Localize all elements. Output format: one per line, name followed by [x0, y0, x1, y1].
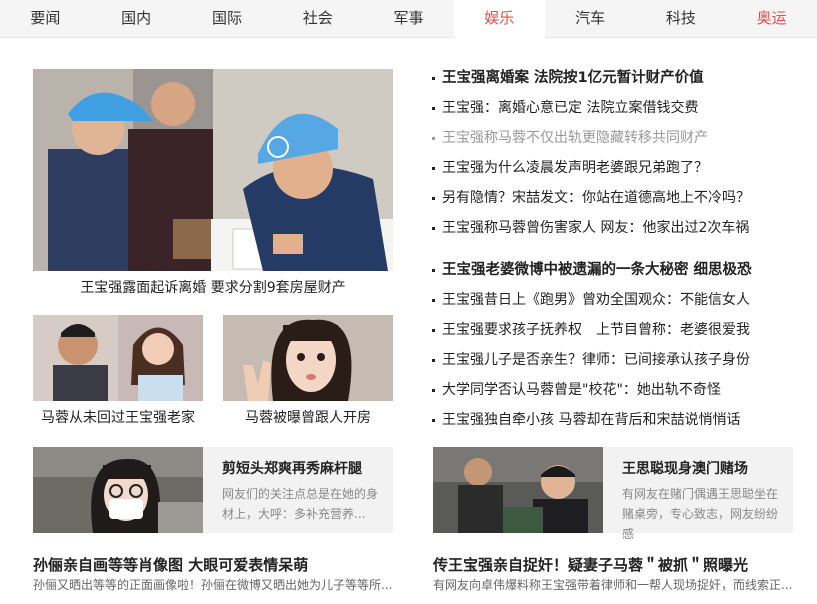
news-link[interactable]: 另有隐情？宋喆发文：你站在道德高地上不冷吗？	[432, 183, 812, 213]
bullet-icon	[432, 196, 435, 200]
news-link-text[interactable]: 王宝强独自牵小孩 马蓉却在背后和宋喆说悄悄话	[442, 412, 740, 428]
hero-caption[interactable]: 王宝强露面起诉离婚 要求分割9套房屋财产	[33, 277, 393, 297]
news-link-text[interactable]: 另有隐情？宋喆发文：你站在道德高地上不冷吗？	[442, 190, 750, 206]
news-link[interactable]: 王宝强为什么凌晨发声明老婆跟兄弟跑了？	[432, 153, 812, 183]
bullet-icon	[432, 328, 435, 332]
news-link[interactable]: 王宝强离婚案 法院按1亿元暂计财产价值	[432, 63, 812, 93]
thumb-photo-1[interactable]	[33, 315, 203, 401]
nav-tab-military[interactable]: 军事	[363, 0, 454, 38]
bullet-icon	[432, 76, 435, 80]
bottom-headline-1[interactable]: 孙俪亲自画等等肖像图 大眼可爱表情呆萌	[33, 554, 308, 575]
news-link-text[interactable]: 王宝强要求孩子抚养权 上节目曾称：老婆很爱我	[442, 322, 750, 338]
bullet-icon	[432, 106, 435, 110]
feature-title-2[interactable]: 王思聪现身澳门赌场	[622, 458, 748, 478]
news-list-1: 王宝强离婚案 法院按1亿元暂计财产价值 王宝强：离婚心意已定 法院立案借钱交费 …	[432, 63, 812, 243]
bottom-headline-2[interactable]: 传王宝强亲自捉奸！疑妻子马蓉＂被抓＂照曝光	[433, 554, 748, 575]
bottom-summary-2: 有网友向卓伟爆料称王宝强带着律师和一帮人现场捉奸，而线索正...	[433, 578, 793, 592]
news-link-text[interactable]: 王宝强老婆微博中被遗漏的一条大秘密 细思极恐	[442, 262, 752, 278]
nav-tab-news[interactable]: 要闻	[0, 0, 91, 38]
feature-desc-2: 有网友在赌门偶遇王思聪坐在赌桌旁，专心致志，网友纷纷感	[622, 487, 779, 541]
news-link-text[interactable]: 王宝强离婚案 法院按1亿元暂计财产价值	[442, 70, 704, 86]
hero-photo[interactable]	[33, 69, 393, 271]
news-list-2: 王宝强老婆微博中被遗漏的一条大秘密 细思极恐 王宝强昔日上《跑男》曾劝全国观众：…	[432, 255, 812, 435]
nav-tab-olympics[interactable]: 奥运	[726, 0, 817, 38]
feature-photo-1	[33, 447, 203, 533]
nav-tab-society[interactable]: 社会	[272, 0, 363, 38]
feature-card-2[interactable]: 王思聪现身澳门赌场 有网友在赌门偶遇王思聪坐在赌桌旁，专心致志，网友纷纷感	[433, 447, 793, 541]
news-link[interactable]: 王宝强儿子是否亲生？律师：已间接承认孩子身份	[432, 345, 812, 375]
news-link[interactable]: 王宝强称马蓉曾伤害家人 网友：他家出过2次车祸	[432, 213, 812, 243]
thumb-photo-1-illustration	[33, 315, 203, 401]
bullet-icon	[432, 136, 435, 140]
bullet-icon	[432, 418, 435, 422]
bullet-icon	[432, 298, 435, 302]
nav-tab-domestic[interactable]: 国内	[91, 0, 182, 38]
bullet-icon	[432, 268, 435, 272]
nav-tab-tech[interactable]: 科技	[635, 0, 726, 38]
news-link[interactable]: 王宝强称马蓉不仅出轨更隐藏转移共同财产	[432, 123, 812, 153]
news-link-text[interactable]: 王宝强儿子是否亲生？律师：已间接承认孩子身份	[442, 352, 750, 368]
thumb-photo-2[interactable]	[223, 315, 393, 401]
thumb-caption-2[interactable]: 马蓉被曝曾跟人开房	[223, 407, 393, 427]
news-link-text[interactable]: 王宝强为什么凌晨发声明老婆跟兄弟跑了？	[442, 160, 708, 176]
bottom-summary-1: 孙俪又晒出等等的正面画像啦！孙俪在微博又晒出她为儿子等等所...	[33, 578, 393, 592]
bullet-icon	[432, 388, 435, 392]
bullet-icon	[432, 166, 435, 170]
news-link[interactable]: 王宝强独自牵小孩 马蓉却在背后和宋喆说悄悄话	[432, 405, 812, 435]
news-link-text[interactable]: 王宝强称马蓉曾伤害家人 网友：他家出过2次车祸	[442, 220, 749, 236]
nav-tab-auto[interactable]: 汽车	[545, 0, 636, 38]
news-link-text[interactable]: 王宝强称马蓉不仅出轨更隐藏转移共同财产	[442, 130, 708, 146]
news-link-text[interactable]: 大学同学否认马蓉曾是"校花"：她出轨不奇怪	[442, 382, 721, 398]
nav-tab-entertainment[interactable]: 娱乐	[453, 0, 545, 39]
channel-nav: 要闻 国内 国际 社会 军事 娱乐 汽车 科技 奥运	[0, 0, 817, 39]
news-link-text[interactable]: 王宝强昔日上《跑男》曾劝全国观众：不能信女人	[442, 292, 750, 308]
bullet-icon	[432, 358, 435, 362]
news-link[interactable]: 王宝强昔日上《跑男》曾劝全国观众：不能信女人	[432, 285, 812, 315]
hero-photo-illustration	[33, 69, 393, 271]
thumb-caption-1[interactable]: 马蓉从未回过王宝强老家	[33, 407, 203, 427]
feature-card-1[interactable]: 剪短头郑爽再秀麻杆腿 网友们的关注点总是在她的身材上，大呼：多补充营养...	[33, 447, 393, 533]
feature-photo-2	[433, 447, 603, 533]
feature-desc-1: 网友们的关注点总是在她的身材上，大呼：多补充营养...	[222, 487, 379, 521]
thumb-photo-2-illustration	[223, 315, 393, 401]
news-link[interactable]: 大学同学否认马蓉曾是"校花"：她出轨不奇怪	[432, 375, 812, 405]
news-link[interactable]: 王宝强要求孩子抚养权 上节目曾称：老婆很爱我	[432, 315, 812, 345]
feature-title-1[interactable]: 剪短头郑爽再秀麻杆腿	[222, 458, 362, 478]
news-link[interactable]: 王宝强：离婚心意已定 法院立案借钱交费	[432, 93, 812, 123]
nav-tab-international[interactable]: 国际	[182, 0, 273, 38]
news-link[interactable]: 王宝强老婆微博中被遗漏的一条大秘密 细思极恐	[432, 255, 812, 285]
news-link-text[interactable]: 王宝强：离婚心意已定 法院立案借钱交费	[442, 100, 698, 116]
bullet-icon	[432, 226, 435, 230]
